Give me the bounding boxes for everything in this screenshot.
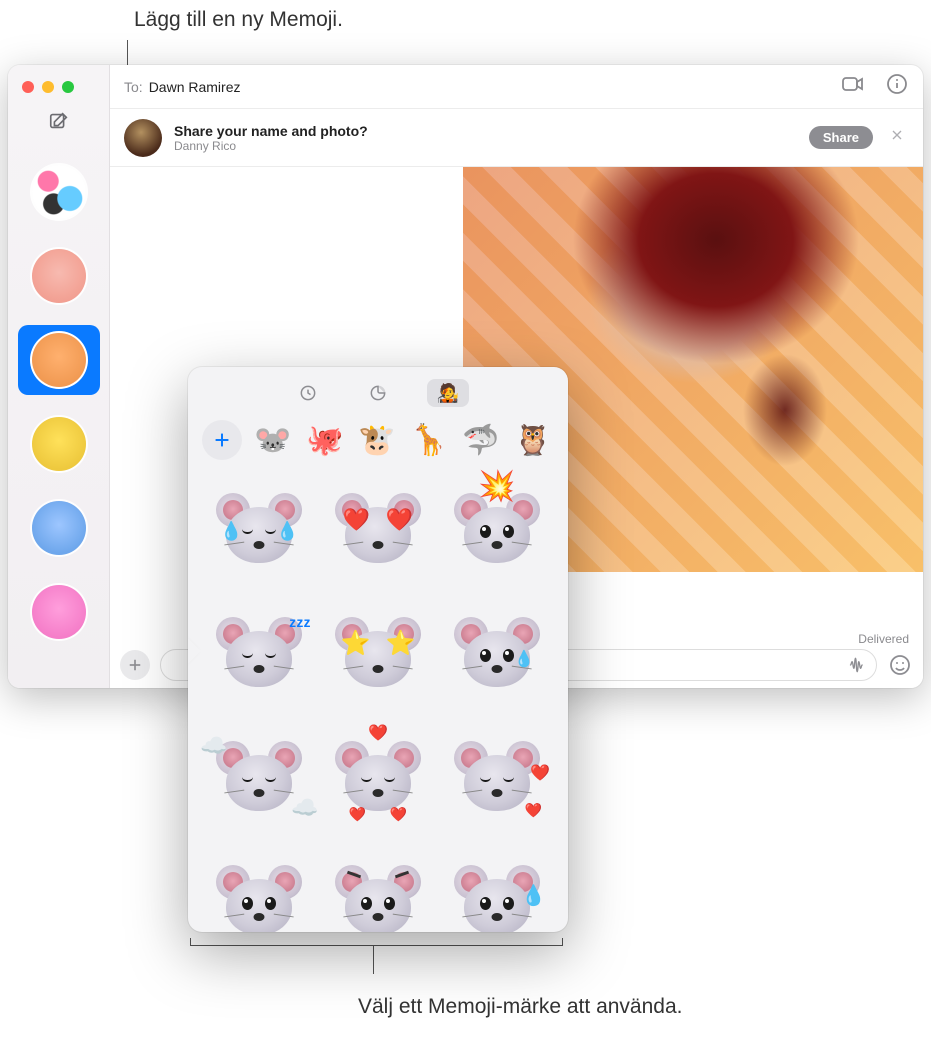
conversation-list bbox=[18, 153, 100, 647]
info-icon[interactable] bbox=[885, 72, 909, 101]
minimize-window-button[interactable] bbox=[42, 81, 54, 93]
sticker-mouse-shy-hearts[interactable]: ❤️❤️ bbox=[441, 727, 552, 827]
conversation-header: To: Dawn Ramirez bbox=[110, 65, 923, 109]
share-banner-subtitle: Danny Rico bbox=[174, 139, 368, 153]
delivery-status: Delivered bbox=[858, 632, 909, 646]
sticker-mouse-heart-eyes[interactable]: ❤️❤️ bbox=[323, 479, 434, 579]
sticker-mouse-angry[interactable] bbox=[323, 851, 434, 932]
recipient-name: Dawn Ramirez bbox=[149, 79, 241, 95]
avatar bbox=[32, 585, 86, 639]
memoji-popover: 🧑‍🎤 🐭 🐙 🐮 🦒 🦈 🦉 💧 💧 ❤️❤️ 💥 bbox=[188, 367, 568, 932]
memoji-sticker-grid: 💧 💧 ❤️❤️ 💥 ᶻᶻᶻ ⭐⭐ 💧 ☁️☁️ bbox=[200, 471, 556, 932]
sidebar bbox=[8, 65, 110, 688]
sticker-mouse-mind-blown[interactable]: 💥 bbox=[441, 479, 552, 579]
conversation-item[interactable] bbox=[18, 325, 100, 395]
add-memoji-button[interactable] bbox=[202, 420, 242, 460]
sticker-mouse-clouds[interactable]: ☁️☁️ bbox=[204, 727, 315, 827]
tear-icon: 💧 bbox=[276, 521, 298, 542]
apps-button[interactable] bbox=[120, 650, 150, 680]
animoji-selector-row: 🐭 🐙 🐮 🦒 🦈 🦉 bbox=[200, 419, 556, 471]
zoom-window-button[interactable] bbox=[62, 81, 74, 93]
memoji-icon: 🧑‍🎤 bbox=[437, 383, 459, 404]
conversation-item[interactable] bbox=[18, 409, 100, 479]
avatar bbox=[32, 333, 86, 387]
animoji-owl[interactable]: 🦉 bbox=[512, 419, 554, 461]
conversation-item[interactable] bbox=[18, 157, 100, 227]
emoji-picker-icon[interactable] bbox=[887, 652, 913, 678]
avatar bbox=[124, 119, 162, 157]
tear-icon: 💧 bbox=[220, 521, 242, 542]
avatar bbox=[32, 501, 86, 555]
animoji-giraffe[interactable]: 🦒 bbox=[408, 419, 450, 461]
callout-add-memoji: Lägg till en ny Memoji. bbox=[134, 8, 343, 32]
conversation-item[interactable] bbox=[18, 577, 100, 647]
heart-icon: ❤️ bbox=[368, 723, 388, 743]
sticker-mouse-single-tear[interactable]: 💧 bbox=[441, 603, 552, 703]
callout-line bbox=[190, 938, 563, 946]
sticker-mouse-cold-sweat[interactable]: 💧 bbox=[441, 851, 552, 932]
window-controls bbox=[8, 73, 86, 105]
sticker-mouse-sleeping[interactable]: ᶻᶻᶻ bbox=[204, 603, 315, 703]
close-icon[interactable] bbox=[885, 123, 909, 152]
tab-stickers[interactable] bbox=[357, 379, 399, 407]
compose-button[interactable] bbox=[43, 105, 75, 137]
sticker-mouse-laugh-tears[interactable]: 💧 💧 bbox=[204, 479, 315, 579]
callout-choose-sticker: Välj ett Memoji-märke att använda. bbox=[358, 993, 682, 1020]
tab-memoji[interactable]: 🧑‍🎤 bbox=[427, 379, 469, 407]
animoji-octopus[interactable]: 🐙 bbox=[304, 419, 346, 461]
to-label: To: bbox=[124, 79, 143, 95]
share-banner-title: Share your name and photo? bbox=[174, 123, 368, 139]
callout-line bbox=[373, 946, 374, 974]
avatar bbox=[32, 165, 86, 219]
tab-recents[interactable] bbox=[287, 379, 329, 407]
animoji-shark[interactable]: 🦈 bbox=[460, 419, 502, 461]
share-name-photo-banner: Share your name and photo? Danny Rico Sh… bbox=[110, 109, 923, 167]
audio-record-icon[interactable] bbox=[846, 653, 870, 677]
animoji-cow[interactable]: 🐮 bbox=[356, 419, 398, 461]
close-window-button[interactable] bbox=[22, 81, 34, 93]
sticker-mouse-worried[interactable] bbox=[204, 851, 315, 932]
sticker-mouse-star-eyes[interactable]: ⭐⭐ bbox=[323, 603, 434, 703]
facetime-icon[interactable] bbox=[841, 72, 865, 101]
avatar bbox=[32, 417, 86, 471]
animoji-mouse[interactable]: 🐭 bbox=[252, 419, 294, 461]
popover-tabs: 🧑‍🎤 bbox=[200, 379, 556, 407]
avatar bbox=[32, 249, 86, 303]
sticker-mouse-blowing-kiss[interactable]: ❤️❤️❤️ bbox=[323, 727, 434, 827]
share-button[interactable]: Share bbox=[809, 126, 873, 149]
conversation-item[interactable] bbox=[18, 493, 100, 563]
conversation-item[interactable] bbox=[18, 241, 100, 311]
